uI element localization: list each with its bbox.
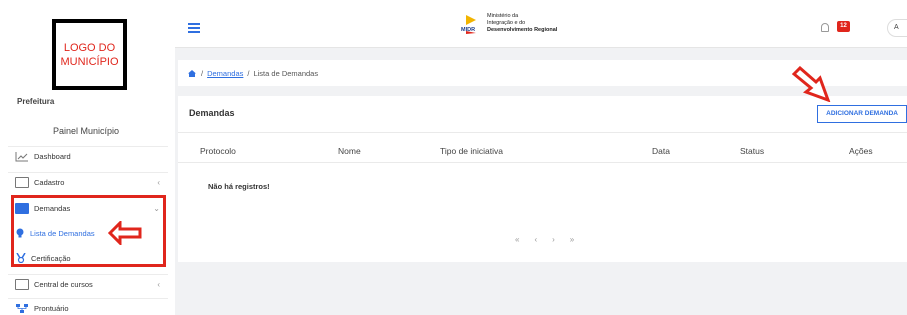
bell-icon[interactable]: [821, 23, 829, 32]
card-title: Demandas: [189, 108, 235, 118]
pager-prev-button[interactable]: ‹: [534, 235, 537, 244]
midr-mark-icon: MIDR: [460, 12, 482, 34]
painel-title: Painel Município: [52, 126, 120, 136]
annotation-highlight-box: [11, 195, 166, 267]
sidebar-item-label: Cadastro: [34, 178, 65, 187]
pager-last-button[interactable]: »: [570, 235, 574, 244]
prefeitura-label: Prefeitura: [17, 97, 55, 106]
column-header-protocolo[interactable]: Protocolo: [200, 146, 236, 156]
breadcrumb-link-demandas[interactable]: Demandas: [207, 69, 243, 78]
home-icon[interactable]: [188, 69, 196, 77]
sidebar-item-cadastro[interactable]: Cadastro ‹: [8, 172, 168, 192]
annotation-arrow-right-icon: [792, 66, 831, 102]
ministry-logo: MIDR Ministério da Integração e do Desen…: [460, 12, 557, 34]
menu-toggle-icon[interactable]: [188, 23, 200, 33]
chart-line-icon: [15, 152, 28, 162]
sitemap-icon: [16, 304, 28, 313]
pager-next-button[interactable]: ›: [552, 235, 555, 244]
sidebar-item-dashboard[interactable]: Dashboard: [8, 146, 168, 166]
ministry-line: Desenvolvimento Regional: [487, 26, 558, 33]
notification-badge[interactable]: 12: [837, 21, 850, 32]
ministry-line: Ministério da: [487, 12, 519, 19]
column-header-data[interactable]: Data: [652, 146, 670, 156]
add-demanda-button[interactable]: ADICIONAR DEMANDA: [817, 105, 907, 123]
empty-state-message: Não há registros!: [208, 182, 270, 191]
sidebar-item-label: Central de cursos: [34, 280, 93, 289]
municipality-logo: LOGO DO MUNICÍPIO: [52, 19, 127, 90]
user-avatar[interactable]: A: [887, 19, 907, 37]
annotation-arrow-left-icon: [108, 221, 142, 245]
topbar: MIDR Ministério da Integração e do Desen…: [175, 8, 907, 48]
folder-icon: [15, 177, 29, 188]
chevron-left-icon: ‹: [157, 178, 160, 187]
column-header-status[interactable]: Status: [740, 146, 764, 156]
sidebar: LOGO DO MUNICÍPIO Prefeitura Painel Muni…: [0, 0, 172, 315]
column-header-nome[interactable]: Nome: [338, 146, 361, 156]
breadcrumb-current: Lista de Demandas: [253, 68, 319, 78]
divider: [178, 162, 907, 163]
column-header-tipo-iniciativa[interactable]: Tipo de iniciativa: [440, 146, 503, 156]
chevron-left-icon: ‹: [157, 280, 160, 289]
breadcrumb-separator: /: [247, 68, 250, 78]
sidebar-item-central-cursos[interactable]: Central de cursos ‹: [8, 274, 168, 294]
ministry-line: Integração e do: [487, 19, 526, 26]
logo-text: LOGO DO MUNICÍPIO: [60, 41, 119, 68]
pager-first-button[interactable]: «: [515, 235, 519, 244]
sidebar-item-label: Prontuário: [34, 304, 69, 313]
sidebar-item-prontuario[interactable]: Prontuário: [8, 298, 168, 315]
pagination: « ‹ › »: [515, 235, 574, 244]
breadcrumb-separator: /: [201, 68, 204, 78]
sidebar-item-label: Dashboard: [34, 152, 71, 161]
ministry-name: Ministério da Integração e do Desenvolvi…: [487, 13, 557, 34]
divider: [178, 132, 907, 133]
demandas-card: Demandas ADICIONAR DEMANDA Protocolo Nom…: [178, 96, 907, 262]
folder-icon: [15, 279, 29, 290]
column-header-acoes: Ações: [849, 146, 873, 156]
